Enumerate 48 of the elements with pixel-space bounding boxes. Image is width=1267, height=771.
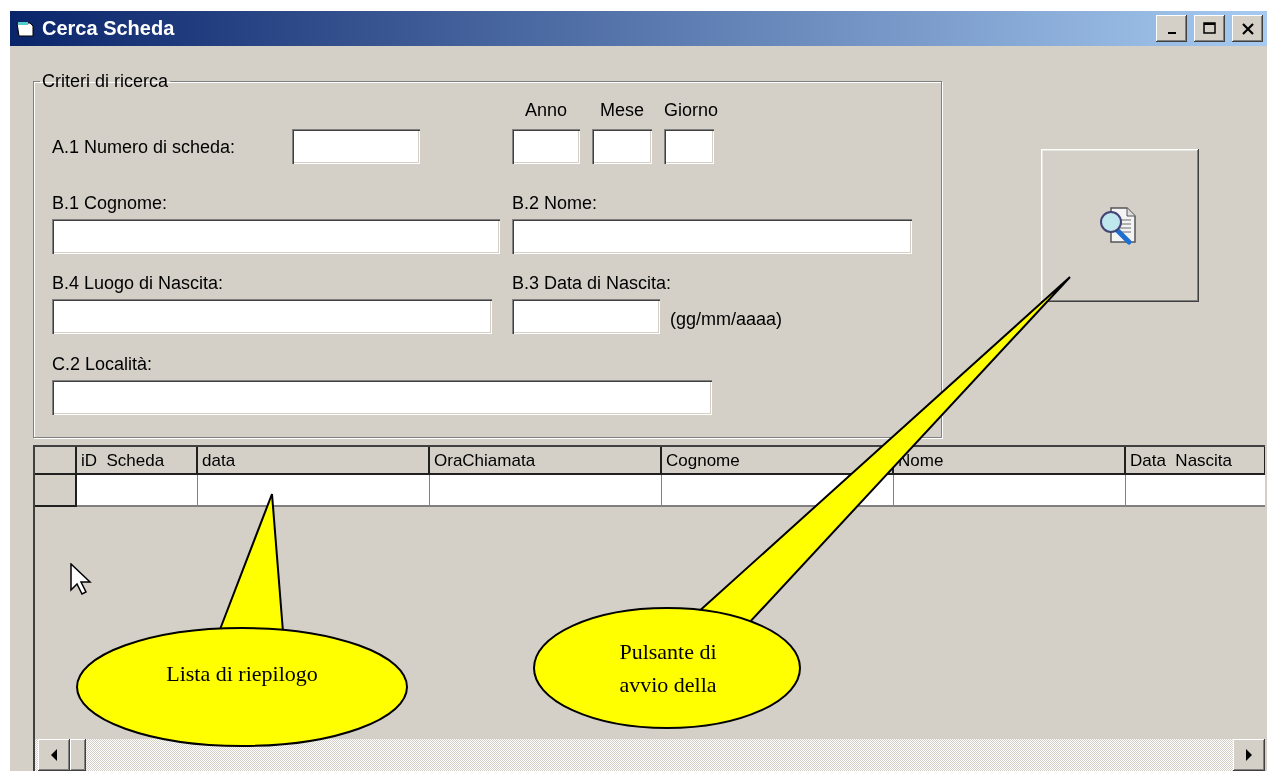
scroll-left-button[interactable] — [38, 739, 70, 771]
input-field[interactable] — [512, 129, 580, 164]
mouse-pointer-icon — [70, 563, 92, 595]
app-icon — [16, 19, 36, 38]
row-header[interactable] — [35, 475, 77, 507]
left-arrow-icon — [50, 749, 58, 761]
scroll-thumb[interactable] — [70, 739, 86, 771]
input-field[interactable] — [52, 380, 712, 415]
group-title: Criteri di ricerca — [41, 71, 170, 92]
maximize-icon — [1202, 22, 1217, 35]
close-icon — [1241, 22, 1254, 35]
minimize-button[interactable] — [1156, 15, 1187, 42]
table-cell[interactable] — [430, 475, 662, 507]
right-arrow-icon — [1245, 749, 1253, 761]
callout-text: Pulsante di avvio della — [618, 638, 718, 699]
callout-text: Lista di riepilogo — [165, 660, 319, 688]
table-cell[interactable] — [894, 475, 1126, 507]
column-header[interactable]: Data Nascita — [1130, 451, 1233, 470]
minimize-icon — [1167, 31, 1176, 34]
column-header[interactable]: OraChiamata — [434, 451, 536, 470]
field-label: B.2 Nome: — [512, 193, 599, 214]
window-title: Cerca Scheda — [42, 17, 176, 40]
field-label: C.2 Località: — [52, 354, 154, 375]
scroll-right-button[interactable] — [1233, 739, 1265, 771]
table-cell[interactable] — [1126, 475, 1265, 507]
maximize-button[interactable] — [1194, 15, 1225, 42]
close-button[interactable] — [1232, 15, 1263, 42]
input-field[interactable] — [292, 129, 420, 164]
horizontal-scrollbar[interactable] — [35, 739, 1265, 771]
input-field[interactable] — [52, 219, 500, 254]
search-button[interactable] — [1041, 149, 1199, 302]
column-header[interactable]: iD Scheda — [81, 451, 165, 470]
field-label: B.3 Data di Nascita: — [512, 273, 673, 294]
field-label: A.1 Numero di scheda: — [52, 137, 237, 158]
field-label: Anno — [523, 100, 568, 121]
input-field[interactable] — [512, 299, 660, 334]
input-field[interactable] — [52, 299, 492, 334]
field-label: B.4 Luogo di Nascita: — [52, 273, 225, 294]
input-field[interactable] — [512, 219, 912, 254]
input-field[interactable] — [592, 129, 652, 164]
field-label: Mese — [599, 100, 645, 121]
format-hint: (gg/mm/aaaa) — [670, 309, 783, 330]
column-header[interactable]: Cognome — [666, 451, 740, 470]
column-header[interactable]: data — [202, 451, 236, 470]
table-cell[interactable] — [198, 475, 430, 507]
table-cell[interactable] — [77, 475, 198, 507]
input-field[interactable] — [664, 129, 714, 164]
field-label: B.1 Cognome: — [52, 193, 169, 214]
